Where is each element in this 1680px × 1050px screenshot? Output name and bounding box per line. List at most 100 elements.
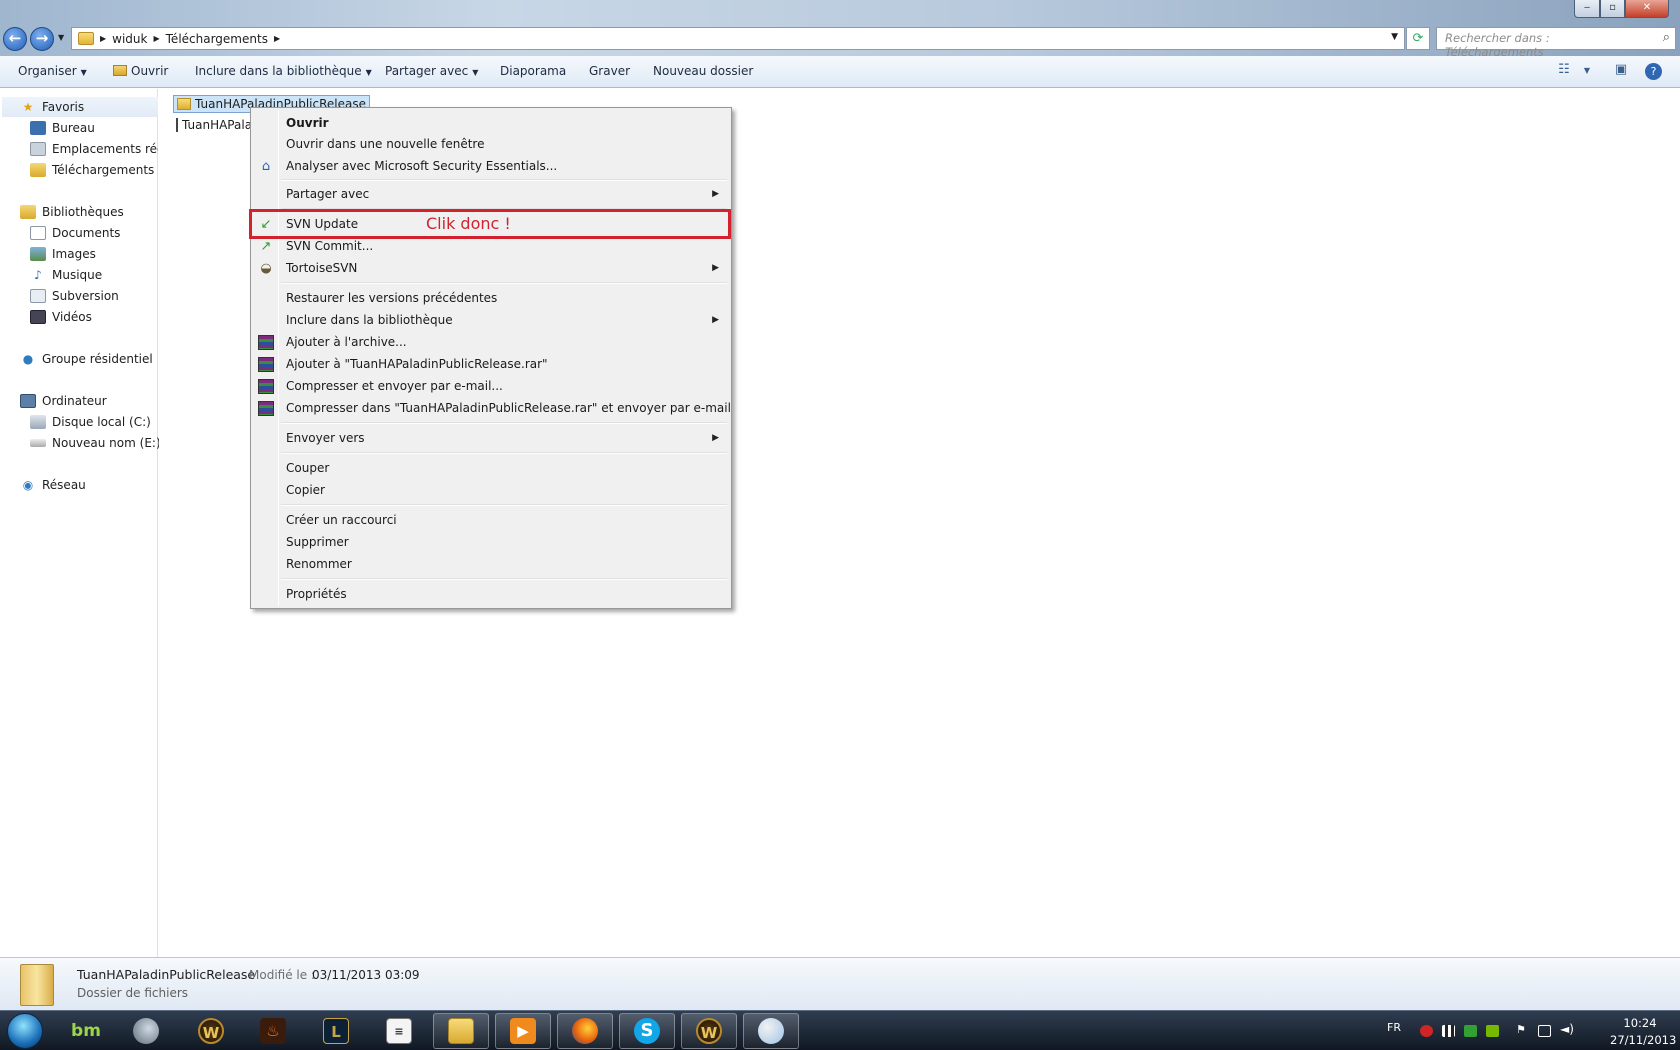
star-icon: ★	[22, 100, 34, 114]
taskbar-app-moon[interactable]	[118, 1013, 174, 1049]
taskbar-app-explorer[interactable]	[433, 1013, 489, 1049]
diaporama-button[interactable]: Diaporama	[500, 64, 566, 78]
menu-item-svn-commit[interactable]: ↗ SVN Commit...	[253, 235, 729, 257]
sidebar-item-images[interactable]: Images	[30, 244, 96, 264]
checker-icon[interactable]	[1442, 1025, 1455, 1037]
help-icon[interactable]: ?	[1645, 63, 1662, 80]
winrar-icon	[258, 401, 274, 416]
view-options-icon[interactable]: ☷	[1553, 62, 1575, 82]
menu-item-copier[interactable]: Copier	[253, 479, 729, 501]
file-item-rar[interactable]: TuanHAPaladinPublicRelease.rar	[173, 116, 253, 134]
maximize-button[interactable]: ▫	[1600, 0, 1625, 18]
sidebar-item-telechargements[interactable]: Téléchargements	[30, 160, 154, 180]
close-button[interactable]: ✕	[1625, 0, 1669, 18]
menu-label: Ouvrir	[286, 116, 329, 130]
sidebar-item-favoris[interactable]: ★ Favoris	[2, 97, 158, 117]
breadcrumb-widuk[interactable]: widuk	[112, 32, 147, 46]
search-icon[interactable]: ⌕	[1663, 30, 1670, 45]
menu-item-nouvelle-fenetre[interactable]: Ouvrir dans une nouvelle fenêtre	[253, 133, 729, 155]
sidebar-item-documents[interactable]: Documents	[30, 223, 120, 243]
minimize-button[interactable]: ‒	[1574, 0, 1600, 18]
dropdown-arrow-icon: ▼	[365, 68, 372, 77]
partager-avec-button[interactable]: Partager avec ▼	[385, 64, 478, 78]
winrar-archive-icon	[176, 118, 178, 132]
inclure-bibliotheque-button[interactable]: Inclure dans la bibliothèque ▼	[195, 64, 372, 78]
folder-icon	[78, 32, 94, 45]
winrar-icon	[258, 357, 274, 372]
search-input[interactable]: Rechercher dans : Téléchargements ⌕	[1436, 27, 1676, 59]
menu-item-partager-avec[interactable]: Partager avec ▶	[253, 183, 729, 205]
sidebar-item-reseau[interactable]: ◉ Réseau	[20, 475, 86, 495]
menu-item-tortoisesvn[interactable]: ◒ TortoiseSVN ▶	[253, 257, 729, 279]
address-dropdown-icon[interactable]: ▼	[1391, 32, 1398, 42]
preview-pane-icon[interactable]: ▣	[1610, 62, 1632, 82]
menu-item-proprietes[interactable]: Propriétés	[253, 583, 729, 605]
menu-item-couper[interactable]: Couper	[253, 457, 729, 479]
sidebar-item-musique[interactable]: ♪ Musique	[30, 265, 102, 285]
sidebar-item-disque-c[interactable]: Disque local (C:)	[30, 412, 151, 432]
sidebar-item-bureau[interactable]: Bureau	[30, 118, 95, 138]
menu-item-creer-raccourci[interactable]: Créer un raccourci	[253, 509, 729, 531]
menu-item-ajouter-rar[interactable]: Ajouter à "TuanHAPaladinPublicRelease.ra…	[253, 353, 729, 375]
network-tray-icon[interactable]	[1538, 1025, 1551, 1037]
menu-item-supprimer[interactable]: Supprimer	[253, 531, 729, 553]
forward-button[interactable]: →	[30, 27, 54, 51]
refresh-button[interactable]: ⟳	[1406, 27, 1430, 50]
security-icon[interactable]	[1464, 1025, 1477, 1037]
menu-item-renommer[interactable]: Renommer	[253, 553, 729, 575]
taskbar-app-wow-2[interactable]: W	[681, 1013, 737, 1049]
taskbar-app-fire[interactable]: ♨	[245, 1013, 301, 1049]
taskbar-app-bm[interactable]: bm	[58, 1013, 114, 1049]
winrar-icon	[258, 335, 274, 350]
view-dropdown-icon[interactable]: ▼	[1576, 66, 1598, 86]
graver-button[interactable]: Graver	[589, 64, 630, 78]
nouveau-dossier-button[interactable]: Nouveau dossier	[653, 64, 753, 78]
partager-label: Partager avec	[385, 64, 469, 78]
sidebar-item-bibliotheques[interactable]: Bibliothèques	[20, 202, 124, 222]
menu-item-restaurer[interactable]: Restaurer les versions précédentes	[253, 287, 729, 309]
menu-item-compresser-rar-mail[interactable]: Compresser dans "TuanHAPaladinPublicRele…	[253, 397, 731, 419]
system-tray: FR ⚑ ◄) 10:24 27/11/2013	[1380, 1011, 1680, 1050]
nvidia-icon[interactable]	[1486, 1025, 1499, 1037]
sidebar-item-emplacements-recents[interactable]: Emplacements récer	[30, 139, 158, 159]
chevron-right-icon[interactable]: ▶	[153, 34, 159, 43]
taskbar-app-paint[interactable]	[743, 1013, 799, 1049]
organiser-button[interactable]: Organiser ▼	[18, 64, 87, 78]
recent-pages-dropdown[interactable]: ▼	[58, 33, 64, 42]
menu-item-ajouter-archive[interactable]: Ajouter à l'archive...	[253, 331, 729, 353]
volume-icon[interactable]: ◄)	[1560, 1022, 1574, 1036]
menu-item-inclure-bibliotheque[interactable]: Inclure dans la bibliothèque ▶	[253, 309, 729, 331]
wow-app-icon: W	[198, 1018, 224, 1044]
menu-label: Inclure dans la bibliothèque	[286, 313, 453, 327]
taskbar-app-media[interactable]: ▶	[495, 1013, 551, 1049]
action-center-flag-icon[interactable]: ⚑	[1516, 1023, 1529, 1036]
breadcrumb-telechargements[interactable]: Téléchargements	[166, 32, 268, 46]
recent-places-icon	[30, 142, 46, 156]
sidebar-item-subversion[interactable]: Subversion	[30, 286, 119, 306]
address-bar[interactable]: ▶ widuk ▶ Téléchargements ▶ ▼	[71, 27, 1405, 50]
menu-item-ouvrir[interactable]: Ouvrir	[253, 112, 729, 134]
menu-label: Couper	[286, 461, 330, 475]
sidebar-item-groupe-residentiel[interactable]: ● Groupe résidentiel	[20, 349, 153, 369]
taskbar-app-lol[interactable]: L	[308, 1013, 364, 1049]
chevron-right-icon[interactable]: ▶	[274, 34, 280, 43]
taskbar-app-notepad[interactable]: ≡	[371, 1013, 427, 1049]
menu-item-compresser-mail[interactable]: Compresser et envoyer par e-mail...	[253, 375, 729, 397]
language-indicator[interactable]: FR	[1387, 1021, 1401, 1034]
back-button[interactable]: ←	[3, 27, 27, 51]
ouvrir-button[interactable]: Ouvrir	[113, 64, 168, 78]
chevron-right-icon[interactable]: ▶	[100, 34, 106, 43]
homegroup-icon: ●	[22, 352, 34, 366]
sidebar-item-videos[interactable]: Vidéos	[30, 307, 92, 327]
menu-item-envoyer-vers[interactable]: Envoyer vers ▶	[253, 427, 729, 449]
taskbar-app-skype[interactable]: S	[619, 1013, 675, 1049]
blocked-icon[interactable]	[1420, 1025, 1433, 1037]
sidebar-item-ordinateur[interactable]: Ordinateur	[20, 391, 107, 411]
clock-date[interactable]: 27/11/2013	[1610, 1033, 1676, 1047]
taskbar-app-firefox[interactable]	[557, 1013, 613, 1049]
clock-time[interactable]: 10:24	[1610, 1016, 1670, 1030]
start-button[interactable]	[2, 1011, 48, 1050]
menu-item-analyser[interactable]: ⌂ Analyser avec Microsoft Security Essent…	[253, 155, 729, 177]
taskbar-app-wow[interactable]: W	[183, 1013, 239, 1049]
sidebar-item-disque-e[interactable]: Nouveau nom (E:)	[30, 433, 161, 453]
